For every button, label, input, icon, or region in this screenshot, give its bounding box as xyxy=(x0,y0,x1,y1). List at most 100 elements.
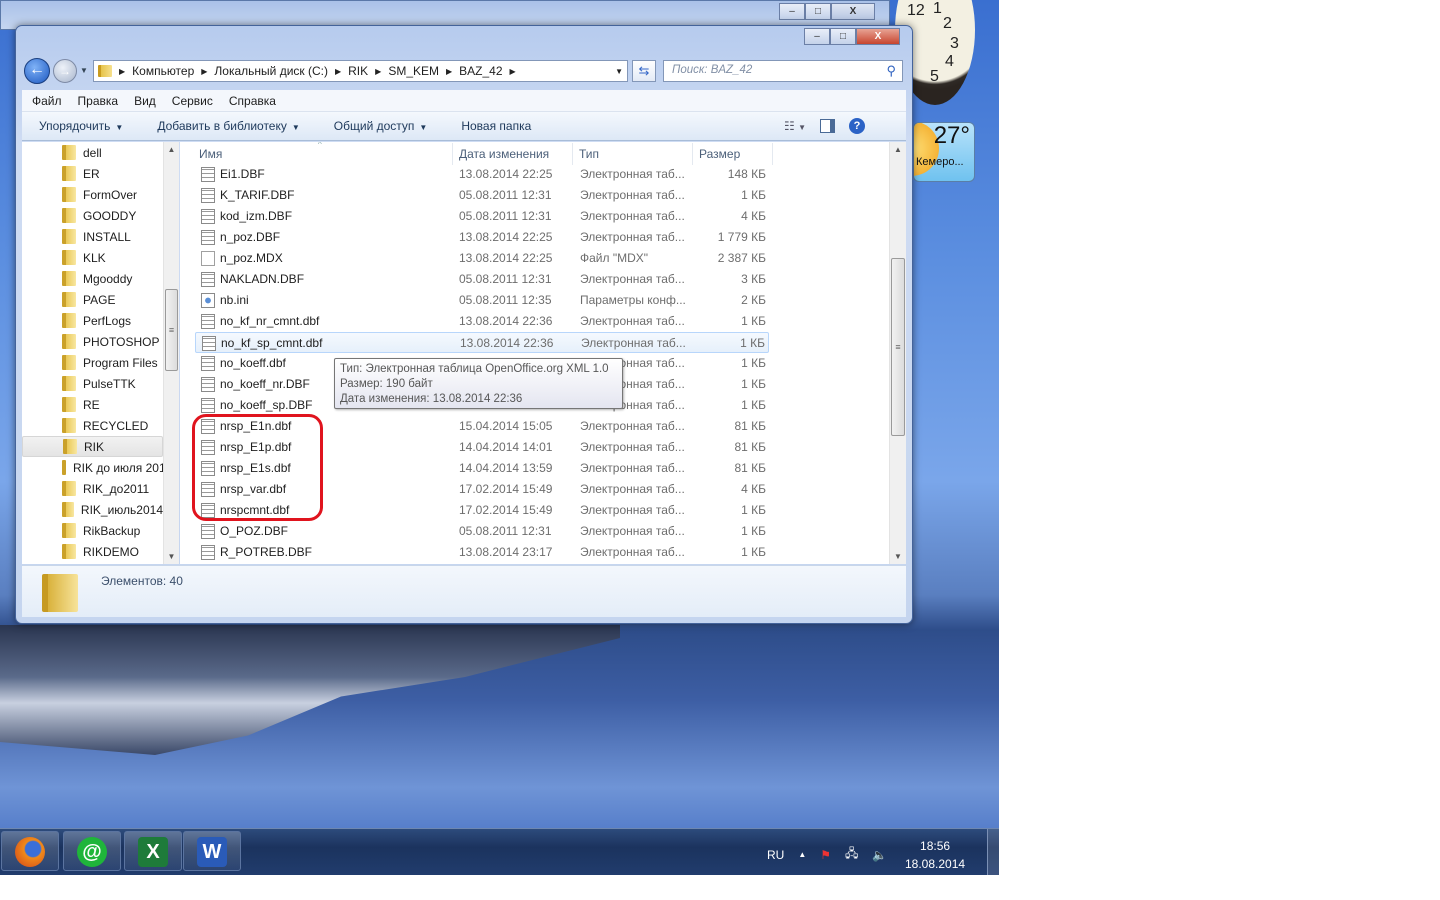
back-button[interactable]: ← xyxy=(24,58,50,84)
chevron-right-icon[interactable]: ▶ xyxy=(335,67,341,76)
scroll-thumb[interactable]: ≡ xyxy=(165,289,178,371)
chevron-right-icon[interactable]: ▶ xyxy=(510,67,516,76)
nav-item-folder[interactable]: RIKDEMO xyxy=(22,541,163,562)
file-date: 05.08.2011 12:31 xyxy=(459,524,552,538)
address-dropdown-icon[interactable]: ▼ xyxy=(615,67,623,76)
nav-item-folder[interactable]: RIK_июль2014 xyxy=(22,499,163,520)
action-center-flag-icon[interactable]: ⚑ xyxy=(820,848,831,862)
scroll-down-icon[interactable]: ▼ xyxy=(164,552,179,561)
close-button[interactable]: X xyxy=(831,3,875,20)
taskbar-firefox[interactable] xyxy=(1,831,59,871)
show-hidden-icons-icon[interactable]: ▲ xyxy=(798,850,806,859)
nav-scrollbar[interactable]: ▲ ≡ ▼ xyxy=(163,142,179,564)
scroll-up-icon[interactable]: ▲ xyxy=(890,145,906,154)
volume-icon[interactable]: 🔈 xyxy=(872,848,887,862)
search-input[interactable]: Поиск: BAZ_42 ⚲ xyxy=(663,60,903,82)
minimize-button[interactable]: – xyxy=(779,3,805,20)
file-row[interactable]: no_kf_sp_cmnt.dbf 13.08.2014 22:36 Электро… xyxy=(195,332,769,353)
file-row[interactable]: nb.ini 05.08.2011 12:35 Параметры конф... 2… xyxy=(195,290,769,311)
taskbar-clock[interactable]: 18:56 18.08.2014 xyxy=(905,837,965,873)
nav-item-folder[interactable]: INSTALL xyxy=(22,226,163,247)
menu-file[interactable]: Файл xyxy=(32,94,62,108)
nav-item-folder[interactable]: PulseTTK xyxy=(22,373,163,394)
nav-item-folder[interactable]: PAGE xyxy=(22,289,163,310)
file-row[interactable]: n_poz.MDX 13.08.2014 22:25 Файл "MDX" 2 387… xyxy=(195,248,769,269)
file-row[interactable]: NAKLADN.DBF 05.08.2011 12:31 Электронная т… xyxy=(195,269,769,290)
refresh-button[interactable]: ⇆ xyxy=(632,60,656,82)
nav-item-folder[interactable]: ER xyxy=(22,163,163,184)
menu-view[interactable]: Вид xyxy=(134,94,156,108)
nav-item-folder[interactable]: Mgooddy xyxy=(22,268,163,289)
chevron-right-icon[interactable]: ▶ xyxy=(201,67,207,76)
view-options-icon[interactable]: ☷ ▼ xyxy=(784,119,806,133)
column-header-size[interactable]: Размер xyxy=(693,143,773,165)
breadcrumb-sm-kem[interactable]: SM_KEM xyxy=(388,64,439,78)
breadcrumb-baz-42[interactable]: BAZ_42 xyxy=(459,64,502,78)
preview-pane-icon[interactable] xyxy=(820,119,836,133)
network-icon[interactable]: 🖧 xyxy=(845,844,858,865)
file-row[interactable]: K_TARIF.DBF 05.08.2011 12:31 Электронная т… xyxy=(195,185,769,206)
nav-item-folder[interactable]: RikBackup xyxy=(22,520,163,541)
nav-item-folder[interactable]: FormOver xyxy=(22,184,163,205)
language-indicator[interactable]: RU xyxy=(767,848,784,862)
folder-icon xyxy=(62,250,76,265)
recent-pages-dropdown[interactable]: ▼ xyxy=(80,66,88,75)
column-header-type[interactable]: Тип xyxy=(573,143,693,165)
nav-item-folder[interactable]: RIK xyxy=(22,436,163,457)
file-date: 13.08.2014 22:36 xyxy=(459,314,553,328)
nav-item-folder[interactable]: Program Files xyxy=(22,352,163,373)
close-button[interactable]: X xyxy=(856,28,900,45)
file-row[interactable]: kod_izm.DBF 05.08.2011 12:31 Электронная т… xyxy=(195,206,769,227)
breadcrumb-local-disk[interactable]: Локальный диск (C:) xyxy=(214,64,328,78)
scroll-down-icon[interactable]: ▼ xyxy=(890,552,906,561)
taskbar-excel[interactable]: X xyxy=(124,831,182,871)
chevron-right-icon[interactable]: ▶ xyxy=(375,67,381,76)
file-row[interactable]: no_kf_nr_cmnt.dbf 13.08.2014 22:36 Электро… xyxy=(195,311,769,332)
maximize-button[interactable]: □ xyxy=(805,3,831,20)
taskbar-word[interactable]: W xyxy=(183,831,241,871)
add-to-library-button[interactable]: Добавить в библиотеку ▼ xyxy=(140,119,316,133)
weather-gadget[interactable]: 27° Кемеро... xyxy=(913,122,975,182)
show-desktop-button[interactable] xyxy=(987,829,999,875)
file-row[interactable]: n_poz.DBF 13.08.2014 22:25 Электронная таб… xyxy=(195,227,769,248)
breadcrumb-computer[interactable]: Компьютер xyxy=(132,64,194,78)
column-header-name[interactable]: Имя xyxy=(193,143,453,165)
nav-item-folder[interactable]: RIK_до2011 xyxy=(22,478,163,499)
share-button[interactable]: Общий доступ ▼ xyxy=(317,119,445,133)
new-folder-button[interactable]: Новая папка xyxy=(444,119,548,133)
help-icon[interactable]: ? xyxy=(849,118,866,134)
nav-item-folder[interactable]: dell xyxy=(22,142,163,163)
column-header-date[interactable]: Дата изменения xyxy=(453,143,573,165)
scroll-up-icon[interactable]: ▲ xyxy=(164,145,179,154)
file-row[interactable]: R_POTREB.DBF 13.08.2014 23:17 Электронная … xyxy=(195,542,769,563)
forward-button[interactable]: → xyxy=(53,59,77,83)
nav-item-folder[interactable]: PerfLogs xyxy=(22,310,163,331)
folder-icon xyxy=(62,481,76,496)
nav-item-folder[interactable]: PHOTOSHOP xyxy=(22,331,163,352)
chevron-right-icon[interactable]: ▶ xyxy=(119,67,125,76)
spreadsheet-file-icon xyxy=(201,167,215,182)
nav-item-folder[interactable]: RIK до июля 2014 xyxy=(22,457,172,478)
city-name: Кемеро... xyxy=(916,156,964,168)
nav-item-folder[interactable]: RECYCLED xyxy=(22,415,163,436)
menu-tools[interactable]: Сервис xyxy=(172,94,213,108)
breadcrumb-rik[interactable]: RIK xyxy=(348,64,368,78)
file-name: no_kf_nr_cmnt.dbf xyxy=(220,314,320,328)
organize-button[interactable]: Упорядочить ▼ xyxy=(22,119,140,133)
file-row[interactable]: Ei1.DBF 13.08.2014 22:25 Электронная таб..… xyxy=(195,164,769,185)
file-type: Электронная таб... xyxy=(580,230,685,244)
minimize-button[interactable]: – xyxy=(804,28,830,45)
file-list-scrollbar[interactable]: ▲ ≡ ▼ xyxy=(889,142,906,564)
chevron-right-icon[interactable]: ▶ xyxy=(446,67,452,76)
nav-item-folder[interactable]: KLK xyxy=(22,247,163,268)
address-bar[interactable]: ▶ Компьютер ▶ Локальный диск (C:) ▶ RIK … xyxy=(93,60,628,82)
nav-item-folder[interactable]: RE xyxy=(22,394,163,415)
maximize-button[interactable]: □ xyxy=(830,28,856,45)
file-row[interactable]: O_POZ.DBF 05.08.2011 12:31 Электронная таб… xyxy=(195,521,769,542)
taskbar-mail-agent[interactable]: @ xyxy=(63,831,121,871)
menu-edit[interactable]: Правка xyxy=(78,94,119,108)
scroll-thumb[interactable]: ≡ xyxy=(891,258,905,436)
search-icon[interactable]: ⚲ xyxy=(886,63,896,79)
menu-help[interactable]: Справка xyxy=(229,94,276,108)
nav-item-folder[interactable]: GOODDY xyxy=(22,205,163,226)
